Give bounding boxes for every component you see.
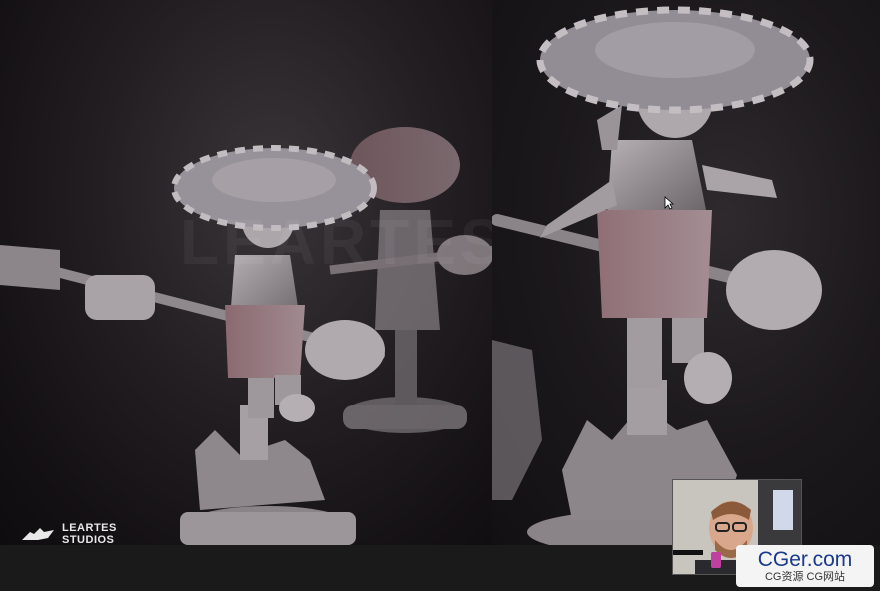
watermark-text: LEARTES STUDIOS xyxy=(180,206,492,278)
mouse-cursor-icon xyxy=(664,196,674,210)
badge-main-text: CGer.com xyxy=(757,547,853,571)
studio-logo: LEARTES STUDIOS xyxy=(20,522,117,545)
render-panel-right xyxy=(492,0,880,545)
render-panel-left: LEARTES STUDIOS LEARTES STUDIOS xyxy=(0,0,492,545)
logo-line-2: STUDIOS xyxy=(62,534,115,545)
render-viewport: LEARTES STUDIOS LEARTES STUDIOS xyxy=(0,0,880,545)
site-watermark-badge: CGer.com CG资源 CG网站 xyxy=(736,545,874,587)
badge-sub-text: CG资源 CG网站 xyxy=(764,570,846,583)
fox-logo-icon xyxy=(22,528,54,540)
statue-render-right xyxy=(492,6,822,545)
logo-line-1: LEARTES xyxy=(62,522,117,534)
